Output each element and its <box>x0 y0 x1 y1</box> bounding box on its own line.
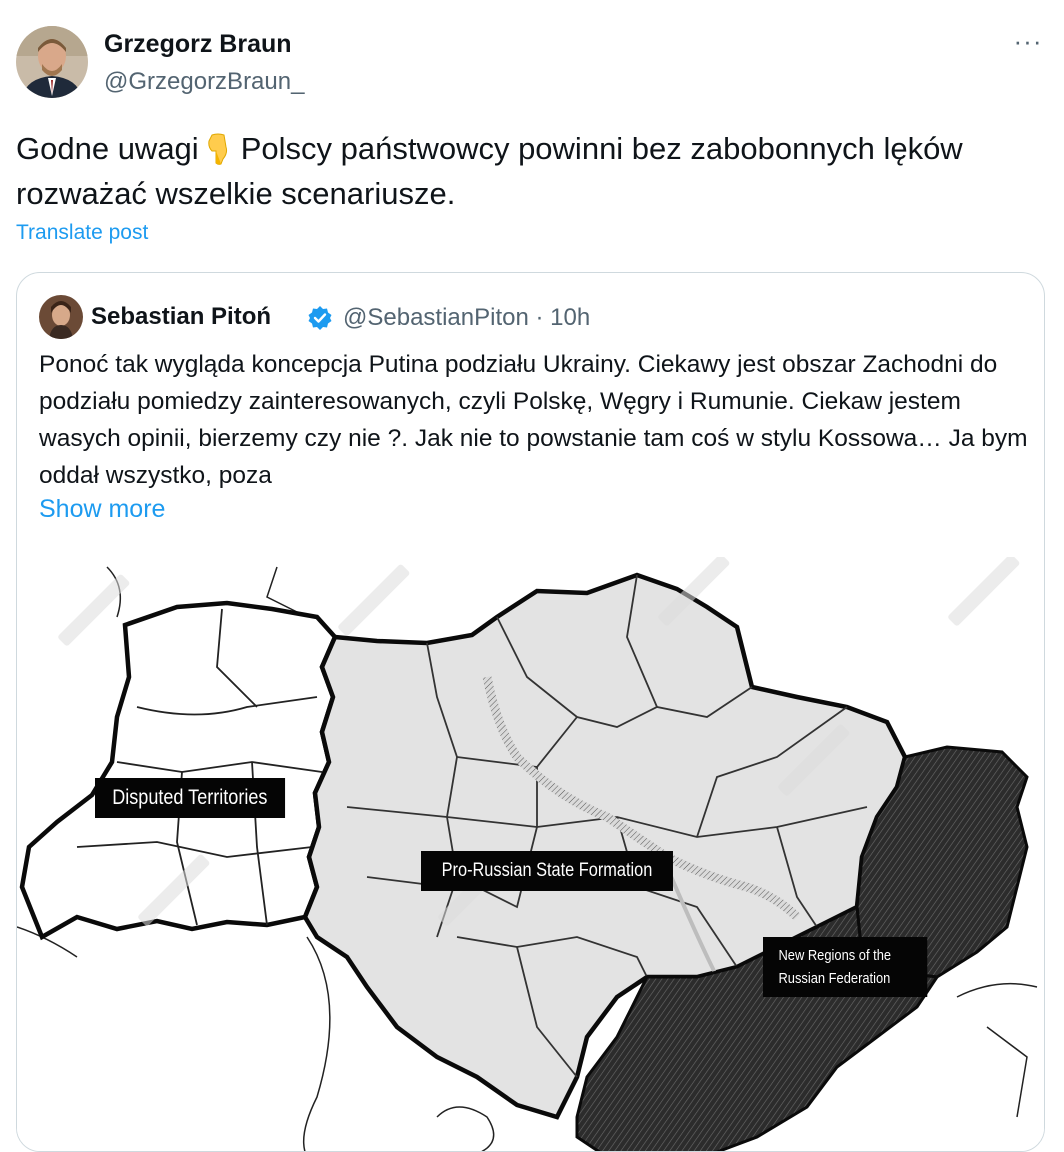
show-more-link[interactable]: Show more <box>39 495 165 524</box>
label-disputed-territories: Disputed Territories <box>95 778 285 818</box>
verified-badge-icon <box>307 305 333 331</box>
quote-author-avatar[interactable] <box>39 295 83 339</box>
quote-author-name[interactable]: Sebastian Pitoń <box>91 303 271 331</box>
ukraine-partition-map-image[interactable]: Disputed Territories Pro-Russian State F… <box>17 557 1044 1151</box>
quote-handle-time[interactable]: @SebastianPiton · 10h <box>343 304 590 332</box>
quoted-post-card[interactable]: Sebastian Pitoń @SebastianPiton · 10h Po… <box>16 272 1045 1152</box>
more-options-button[interactable]: ··· <box>1008 28 1048 60</box>
post-text-part-1: Godne uwagi <box>16 131 199 166</box>
post-text: Godne uwagi Polscy państwowcy powinni bez… <box>16 126 1046 216</box>
label-new-regions: New Regions of the Russian Federation <box>763 937 928 997</box>
author-handle[interactable]: @GrzegorzBraun_ <box>104 68 304 96</box>
author-name[interactable]: Grzegorz Braun <box>104 30 292 59</box>
label-pro-russian-state: Pro-Russian State Formation <box>421 851 673 891</box>
quote-text: Ponoć tak wygląda koncepcja Putina podzi… <box>39 351 1028 489</box>
author-avatar[interactable] <box>16 26 88 98</box>
translate-post-link[interactable]: Translate post <box>16 221 148 245</box>
pointing-down-icon <box>201 131 235 165</box>
